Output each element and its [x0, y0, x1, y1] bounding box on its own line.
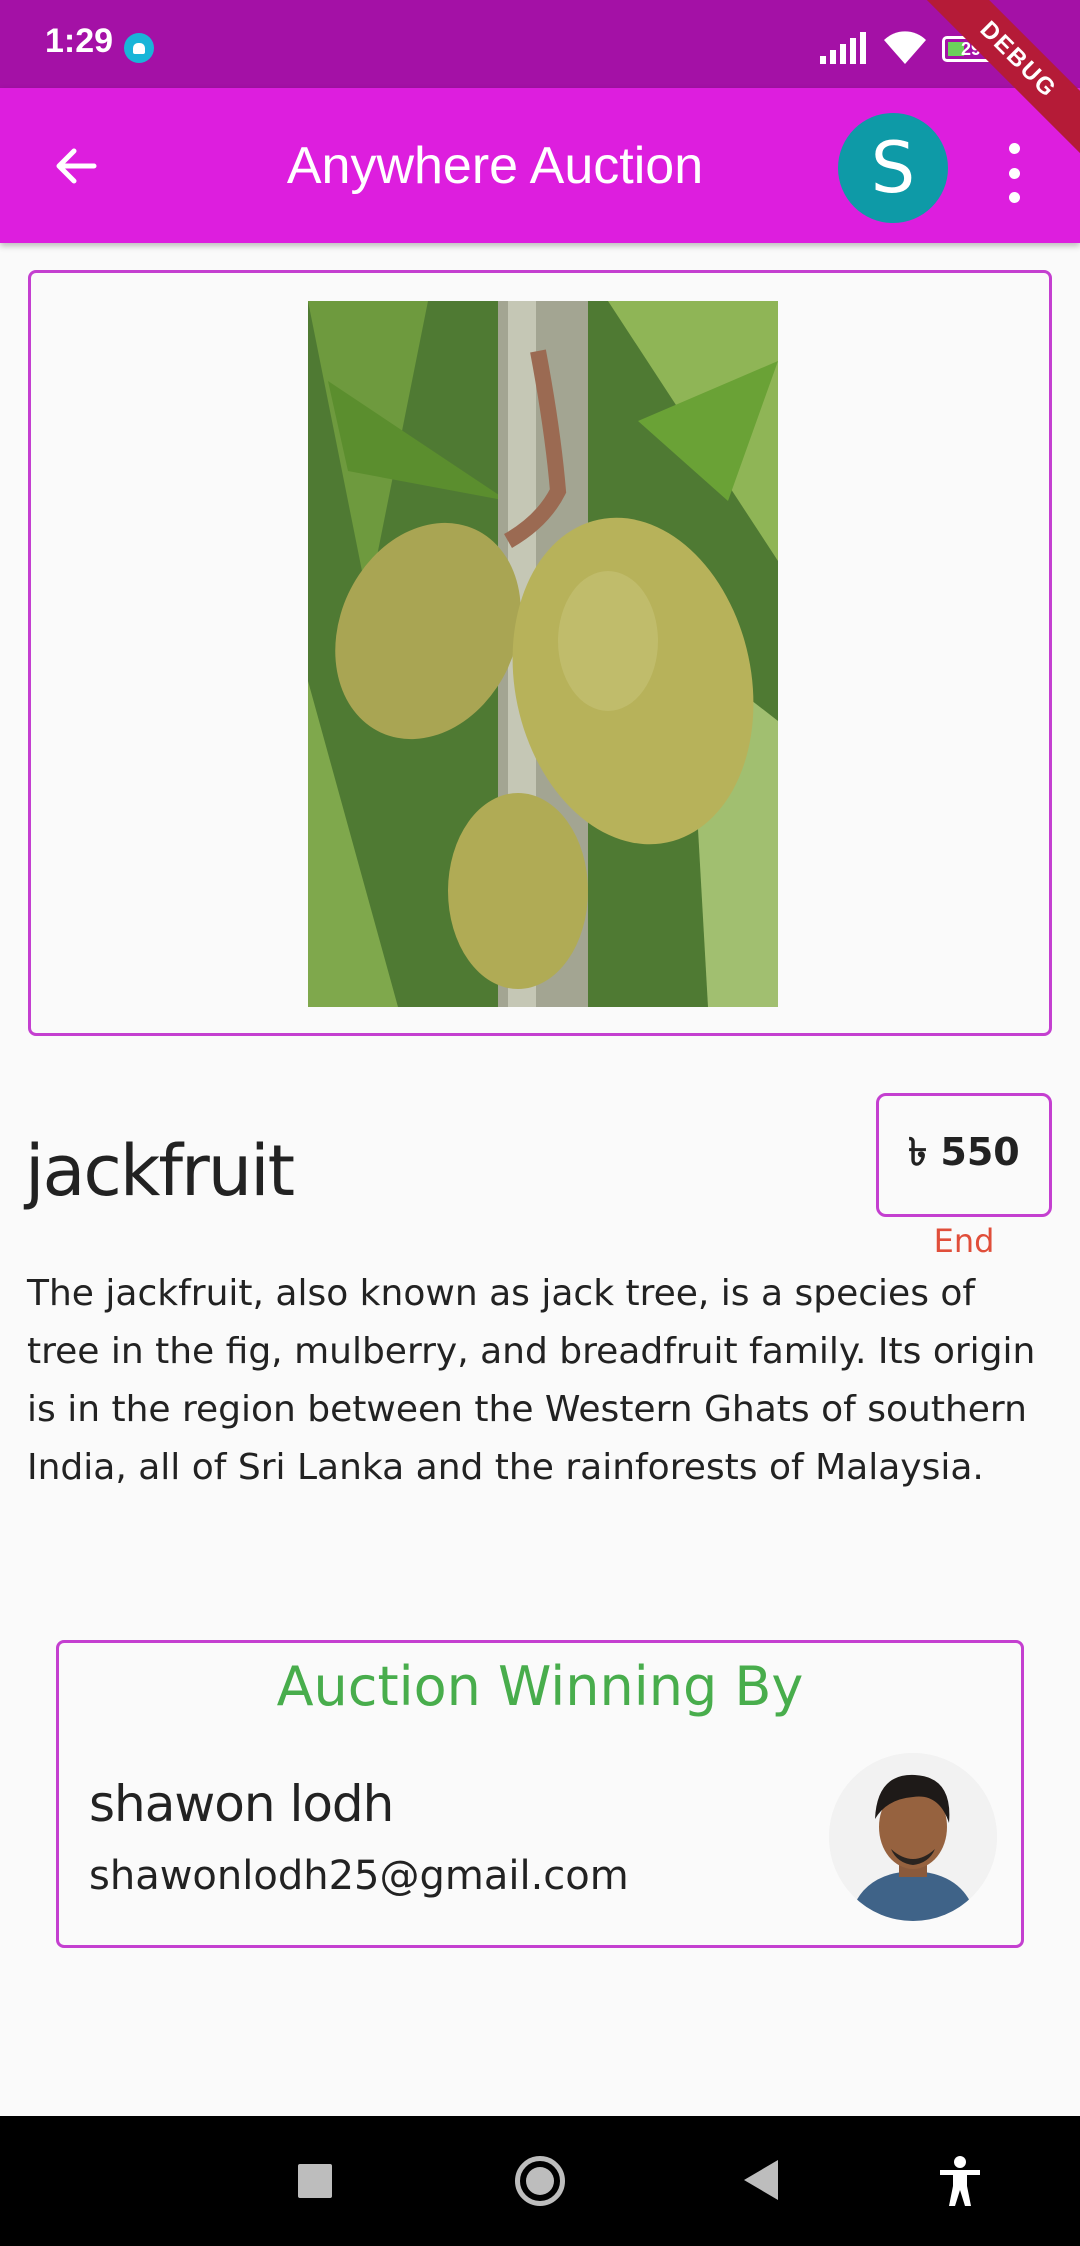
user-avatar[interactable]: S: [838, 113, 948, 223]
status-time: 1:29: [45, 22, 114, 60]
home-circle-icon[interactable]: [515, 2156, 565, 2206]
auction-status: End: [933, 1222, 995, 1260]
more-vert-icon[interactable]: [1000, 143, 1028, 203]
system-nav-bar: [0, 2116, 1080, 2246]
accessibility-icon[interactable]: [938, 2156, 982, 2206]
product-image-card: [28, 270, 1052, 1036]
status-bar: 1:29 29: [0, 0, 1080, 88]
product-title: jackfruit: [25, 1130, 295, 1212]
product-description: The jackfruit, also known as jack tree, …: [27, 1273, 1036, 1488]
jackfruit-image: [308, 301, 778, 1007]
winner-avatar: [829, 1753, 997, 1921]
winner-card: Auction Winning By shawon lodh shawonlod…: [56, 1640, 1024, 1948]
back-triangle-icon[interactable]: [744, 2160, 778, 2200]
recent-apps-square-icon[interactable]: [298, 2164, 332, 2198]
signal-icon: [820, 32, 866, 64]
winner-name: shawon lodh: [89, 1775, 394, 1833]
android-notification-icon: [124, 33, 154, 63]
winner-heading: Auction Winning By: [276, 1655, 804, 1718]
wifi-icon: [884, 31, 926, 64]
price-badge: ৳ 550: [876, 1093, 1052, 1217]
winner-email: shawonlodh25@gmail.com: [89, 1853, 629, 1899]
app-bar: Anywhere Auction S: [0, 88, 1080, 243]
